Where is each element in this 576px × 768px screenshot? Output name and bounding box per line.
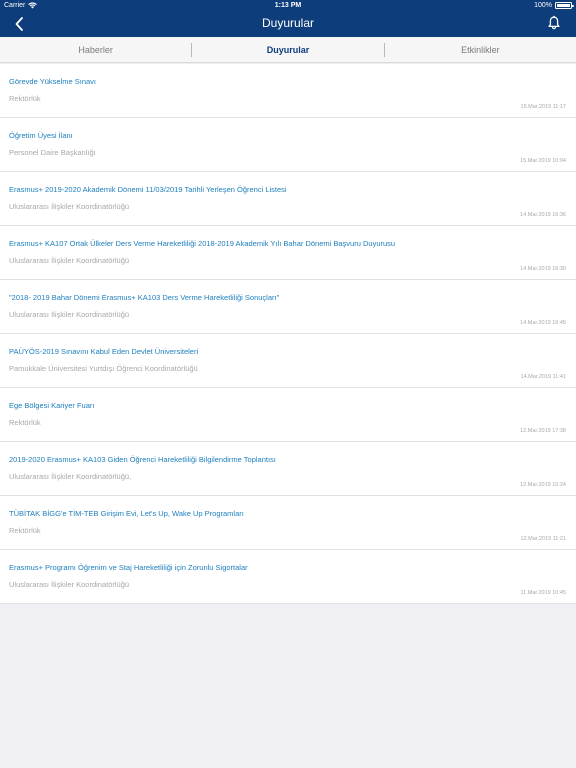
item-date: 14.Mar.2019 11:41	[520, 374, 566, 380]
list-item[interactable]: Öğretim Üyesi İlanı Personel Daire Başka…	[0, 118, 576, 172]
list-item[interactable]: Ege Bölgesi Kariyer Fuarı Rektörlük 12.M…	[0, 388, 576, 442]
item-date: 12.Mar.2019 15:24	[520, 482, 566, 488]
item-title: Görevde Yükselme Sınavı	[9, 77, 96, 86]
item-date: 15.Mar.2019 10:04	[520, 158, 566, 164]
tab-haberler[interactable]: Haberler	[0, 37, 191, 62]
list-item[interactable]: 2019-2020 Erasmus+ KA103 Giden Öğrenci H…	[0, 442, 576, 496]
item-title: Erasmus+ Programı Öğrenim ve Staj Hareke…	[9, 563, 248, 572]
battery-status: 100%	[534, 2, 574, 9]
list-item[interactable]: PAÜYÖS-2019 Sınavını Kabul Eden Devlet Ü…	[0, 334, 576, 388]
segment-control: Haberler Duyurular Etkinlikler	[0, 37, 576, 63]
item-title: "2018- 2019 Bahar Dönemi Erasmus+ KA103 …	[9, 293, 280, 302]
bell-icon	[548, 15, 560, 30]
list-item[interactable]: TÜBİTAK BİGG'e TİM-TEB Girişim Evi, Let'…	[0, 496, 576, 550]
announcement-list: Görevde Yükselme Sınavı Rektörlük 15.Mar…	[0, 64, 576, 604]
item-date: 12.Mar.2019 11:21	[520, 536, 566, 542]
status-time: 1:13 PM	[274, 2, 302, 9]
page-title: Duyurular	[261, 16, 315, 30]
item-date: 15.Mar.2019 11:17	[520, 104, 566, 110]
item-date: 11.Mar.2019 10:45	[520, 590, 566, 596]
notifications-button[interactable]	[546, 15, 562, 31]
item-date: 14.Mar.2019 16:45	[520, 320, 566, 326]
list-item[interactable]: Erasmus+ KA107 Ortak Ülkeler Ders Verme …	[0, 226, 576, 280]
item-source: Uluslararası İlişkiler Koordinatörlüğü	[9, 256, 130, 265]
item-title: Ege Bölgesi Kariyer Fuarı	[9, 401, 95, 410]
list-item[interactable]: Görevde Yükselme Sınavı Rektörlük 15.Mar…	[0, 64, 576, 118]
app-header: Carrier 1:13 PM 100% Duyurular	[0, 0, 576, 37]
nav-bar: Duyurular	[0, 12, 576, 37]
tab-duyurular[interactable]: Duyurular	[192, 37, 383, 62]
status-bar: Carrier 1:13 PM 100%	[0, 0, 576, 12]
item-source: Rektörlük	[9, 94, 41, 103]
item-source: Rektörlük	[9, 418, 41, 427]
list-item[interactable]: "2018- 2019 Bahar Dönemi Erasmus+ KA103 …	[0, 280, 576, 334]
item-date: 14.Mar.2019 16:30	[520, 266, 566, 272]
item-title: Erasmus+ KA107 Ortak Ülkeler Ders Verme …	[9, 239, 396, 248]
battery-icon	[555, 2, 574, 9]
battery-percent: 100%	[534, 2, 552, 9]
item-source: Pamukkale Üniversitesi Yurtdışı Öğrenci …	[9, 364, 198, 373]
list-item[interactable]: Erasmus+ 2019-2020 Akademik Dönemi 11/03…	[0, 172, 576, 226]
tab-etkinlikler[interactable]: Etkinlikler	[385, 37, 576, 62]
item-source: Uluslararası İlişkiler Koordinatörlüğü	[9, 580, 130, 589]
item-title: Erasmus+ 2019-2020 Akademik Dönemi 11/03…	[9, 185, 287, 194]
item-date: 12.Mar.2019 17:38	[520, 428, 566, 434]
item-source: Uluslararası İlişkiler Koordinatörlüğü	[9, 202, 130, 211]
item-title: Öğretim Üyesi İlanı	[9, 131, 73, 140]
item-source: Uluslararası İlişkiler Koordinatörlüğü,	[9, 472, 132, 481]
list-item[interactable]: Erasmus+ Programı Öğrenim ve Staj Hareke…	[0, 550, 576, 604]
item-source: Uluslararası İlişkiler Koordinatörlüğü	[9, 310, 130, 319]
item-title: TÜBİTAK BİGG'e TİM-TEB Girişim Evi, Let'…	[9, 509, 244, 518]
item-title: 2019-2020 Erasmus+ KA103 Giden Öğrenci H…	[9, 455, 276, 464]
item-title: PAÜYÖS-2019 Sınavını Kabul Eden Devlet Ü…	[9, 347, 199, 356]
item-source: Personel Daire Başkanlığı	[9, 148, 96, 157]
item-date: 14.Mar.2019 16:36	[520, 212, 566, 218]
item-source: Rektörlük	[9, 526, 41, 535]
